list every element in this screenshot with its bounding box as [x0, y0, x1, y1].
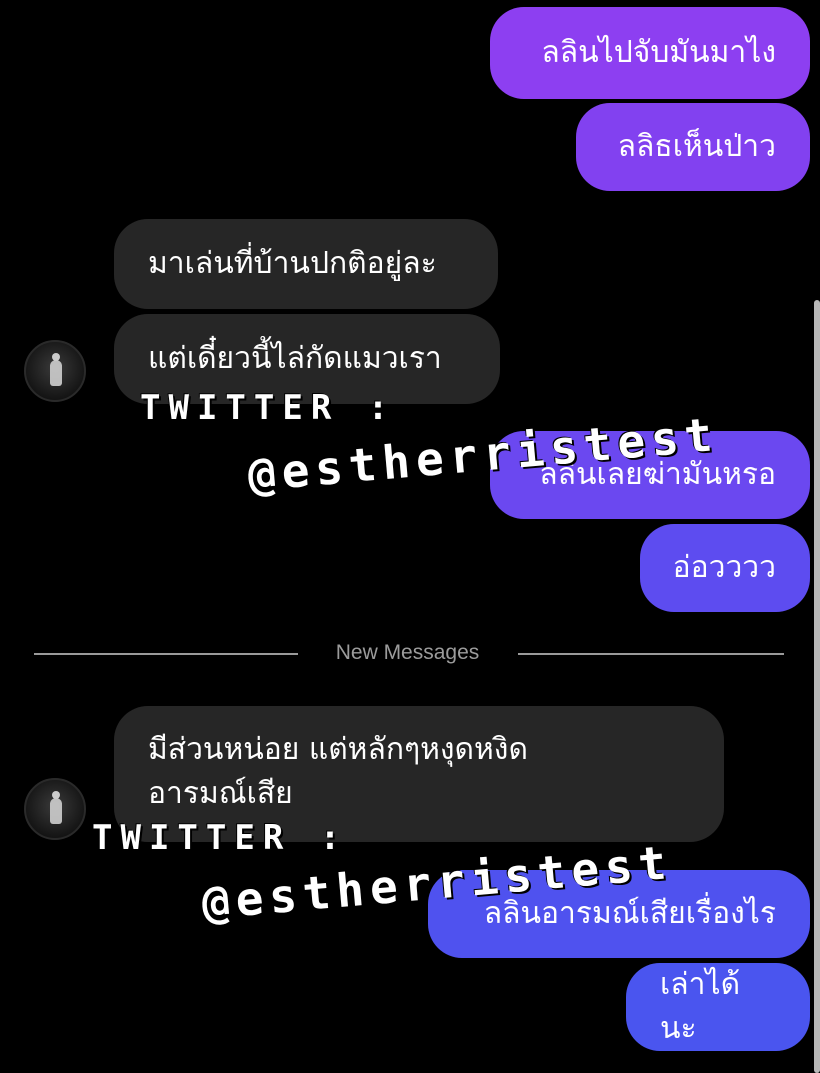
- avatar-figure-icon: [50, 353, 62, 386]
- contact-avatar[interactable]: [24, 340, 86, 402]
- watermark-twitter-label: TWITTER :: [92, 818, 349, 858]
- message-bubble-outgoing[interactable]: เล่าได้นะ: [626, 963, 810, 1051]
- scrollbar[interactable]: [814, 300, 820, 1073]
- contact-avatar[interactable]: [24, 778, 86, 840]
- message-text: มีส่วนหน่อย แต่หลักๆหงุดหงิด อารมณ์เสีย: [148, 732, 528, 811]
- message-text: อ่อวววว: [672, 550, 776, 585]
- message-bubble-outgoing[interactable]: ลลินไปจับมันมาไง: [490, 7, 810, 99]
- message-bubble-outgoing[interactable]: อ่อวววว: [640, 524, 810, 612]
- avatar-figure-icon: [50, 791, 62, 824]
- message-text: แต่เดี๋ยวนี้ไล่กัดแมวเรา: [148, 341, 442, 376]
- message-bubble-outgoing[interactable]: ลลิธเห็นป่าว: [576, 103, 810, 191]
- message-text: ลลินไปจับมันมาไง: [541, 35, 776, 70]
- divider-line-right: [518, 653, 784, 655]
- watermark-twitter-label: TWITTER :: [140, 388, 397, 428]
- message-text: ลลิธเห็นป่าว: [617, 129, 776, 164]
- message-bubble-incoming[interactable]: มาเล่นที่บ้านปกติอยู่ละ: [114, 219, 498, 309]
- new-messages-divider: New Messages: [335, 641, 480, 664]
- message-text: เล่าได้นะ: [660, 967, 741, 1046]
- message-text: มาเล่นที่บ้านปกติอยู่ละ: [148, 246, 437, 281]
- divider-line-left: [34, 653, 298, 655]
